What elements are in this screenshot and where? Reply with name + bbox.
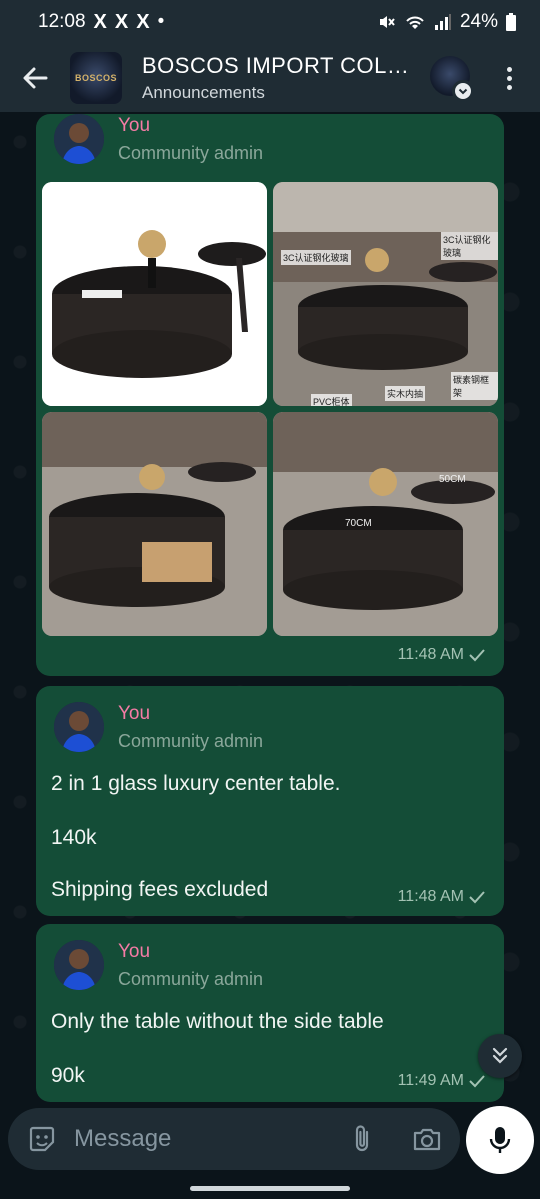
album-photo[interactable] [42,182,267,406]
message-text: 90k [51,1064,85,1087]
camera-icon [413,1128,441,1151]
more-options-button[interactable] [494,58,524,98]
community-button[interactable] [430,56,476,102]
sender-name: You [118,114,151,136]
double-chevron-down-icon [492,1047,508,1064]
group-logo-text: BOSCOS [74,73,117,83]
group-avatar[interactable]: BOSCOS [70,52,122,104]
coffee-table-photo [42,182,267,406]
microphone-icon [489,1127,511,1153]
x-notification-icon: X [93,10,107,33]
voice-message-button[interactable] [466,1106,534,1174]
photo-label: 3C认证钢化玻璃 [441,232,498,260]
dot-icon [506,66,512,72]
message-timestamp: 11:48 AM [397,646,464,663]
photo-label: 50CM [439,474,466,485]
x-notification-icon: X [114,10,129,33]
sticker-icon [29,1126,55,1152]
message-text: Shipping fees excluded [51,878,269,901]
gesture-navigation-bar [0,1178,540,1199]
profile-photo-icon [54,702,104,752]
coffee-table-photo [42,412,267,636]
photo-label: 70CM [345,518,372,529]
sender-avatar[interactable] [54,114,104,164]
composer [8,1108,460,1170]
message-input[interactable] [74,1119,324,1159]
sender-role: Community admin [118,968,264,989]
community-badge [452,80,474,102]
sender-avatar[interactable] [54,702,104,752]
message-time: 11:48 AM [398,888,486,906]
x-notification-icon: X [136,10,150,33]
message-time: 11:48 AM [398,646,486,664]
dot-icon [506,75,512,81]
message-timestamp: 11:48 AM [397,888,464,905]
paperclip-icon [355,1125,369,1152]
message-text: Only the table without the side table [51,1010,384,1033]
chat-title: BOSCOS IMPORT COLL... [142,53,412,78]
chat-subtitle: Announcements [142,83,265,102]
back-button[interactable] [6,44,64,112]
battery-percent: 24% [459,11,498,32]
photo-label: PVC柜体 [311,394,352,406]
message-text: 140k [51,826,97,849]
photo-label: 实木内抽 [385,386,426,401]
status-bar: 12:08 X X X • 24% [0,0,540,44]
sender-role: Community admin [118,730,264,751]
back-arrow-icon [23,67,48,89]
message-sender: You Community admin [54,940,263,990]
photo-label: 3C认证钢化玻璃 [281,250,351,265]
message-text: 2 in 1 glass luxury center table. [51,772,341,795]
emoji-button[interactable] [18,1115,66,1163]
wifi-icon [406,16,424,29]
album-photo[interactable]: 3C认证钢化玻璃 3C认证钢化玻璃 碳素钢框架 实木内抽 PVC柜体 [273,182,498,406]
check-icon [469,1075,485,1088]
photo-label: 碳素钢框架 [451,372,498,400]
sender-name: You [118,940,151,962]
chat-title-block[interactable]: BOSCOS IMPORT COLL... Announcements [142,53,412,103]
profile-photo-icon [54,940,104,990]
home-handle[interactable] [190,1186,350,1191]
message-bubble[interactable]: You Community admin Only the table witho… [36,924,504,1102]
coffee-table-photo [273,412,498,636]
attach-button[interactable] [342,1118,382,1160]
album-photo[interactable] [42,412,267,636]
camera-button[interactable] [406,1118,448,1160]
chevron-down-icon [455,83,471,99]
chat-area[interactable]: You Community admin 3C认证钢化玻璃 3C认证钢化玻璃 碳素… [0,112,540,1102]
chat-header: BOSCOS BOSCOS IMPORT COLL... Announcemen… [0,44,540,112]
battery-icon [506,13,516,31]
message-timestamp: 11:49 AM [397,1072,464,1089]
album-photo[interactable]: 50CM 70CM [273,412,498,636]
message-bubble[interactable]: You Community admin 2 in 1 glass luxury … [36,686,504,916]
more-notifications-dot: • [157,11,165,32]
message-sender: You Community admin [54,114,263,164]
sender-role: Community admin [118,142,264,163]
status-time: 12:08 [38,11,86,32]
mute-icon [379,16,395,28]
message-sender: You Community admin [54,702,263,752]
profile-photo-icon [54,114,104,164]
message-time: 11:49 AM [398,1072,486,1090]
message-bubble[interactable]: You Community admin 3C认证钢化玻璃 3C认证钢化玻璃 碳素… [36,114,504,676]
dot-icon [506,84,512,90]
sender-avatar[interactable] [54,940,104,990]
check-icon [469,649,485,662]
signal-icon [434,14,451,30]
sender-name: You [118,702,151,724]
check-icon [469,891,485,904]
scroll-to-bottom-button[interactable] [478,1034,522,1078]
